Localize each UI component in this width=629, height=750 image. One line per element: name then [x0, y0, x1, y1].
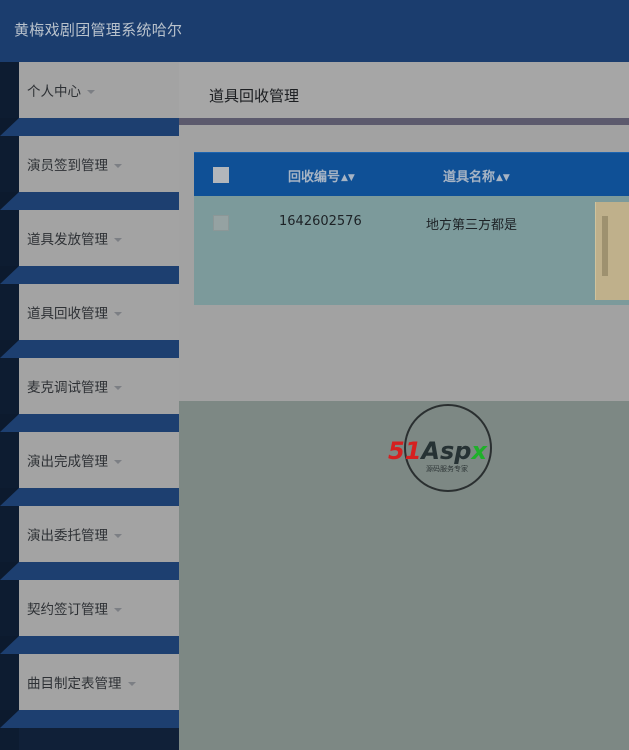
chevron-down-icon [114, 238, 122, 242]
sidebar-item-label: 麦克调试管理 [27, 380, 108, 396]
sidebar-item-actor-checkin[interactable]: 演员签到管理 [19, 136, 179, 192]
row-checkbox[interactable] [213, 215, 229, 231]
sidebar-divider [0, 636, 179, 654]
logo-subtitle: 源码服务专家 [426, 464, 468, 473]
sidebar-divider [0, 118, 179, 136]
cell-return-id: 1642602576 [279, 214, 362, 229]
column-header-return-id[interactable]: 回收编号▲▼ [288, 166, 355, 185]
sidebar-divider [0, 414, 179, 432]
sidebar-item-label: 道具回收管理 [27, 306, 108, 322]
sidebar-item-prop-issue[interactable]: 道具发放管理 [19, 210, 179, 266]
sidebar-item-show-commission[interactable]: 演出委托管理 [19, 506, 179, 562]
sidebar-divider [0, 192, 179, 210]
page-title: 道具回收管理 [209, 87, 300, 105]
sidebar-item-label: 演员签到管理 [27, 158, 108, 174]
chevron-down-icon [127, 682, 136, 686]
sidebar-divider [0, 266, 179, 284]
chevron-down-icon [87, 90, 95, 94]
top-bar: 黄梅戏剧团管理系统哈尔 [0, 0, 629, 62]
sidebar-divider [0, 562, 179, 580]
table-row[interactable]: 1642602576 地方第三方都是 [194, 196, 629, 305]
watermark-logo: 51Aspx 源码服务专家 [388, 404, 492, 492]
chevron-down-icon [114, 534, 122, 538]
logo-brand-text: 51Aspx [388, 437, 488, 465]
table-header: 回收编号▲▼ 道具名称▲▼ [194, 152, 629, 197]
chevron-down-icon [114, 608, 122, 612]
chevron-down-icon [114, 460, 122, 464]
chevron-down-icon [114, 312, 122, 316]
data-table: 回收编号▲▼ 道具名称▲▼ 1642602576 地方第三方都是 [194, 152, 629, 305]
sidebar: 个人中心 演员签到管理 道具发放管理 道具回收管理 麦克调试管理 演出完成管理 … [0, 62, 179, 750]
sidebar-item-label: 道具发放管理 [27, 232, 108, 248]
sidebar-item-label: 演出委托管理 [27, 528, 108, 544]
sidebar-divider [0, 488, 179, 506]
sidebar-item-repertoire-schedule[interactable]: 曲目制定表管理 [19, 654, 179, 710]
page-header: 道具回收管理 [179, 62, 629, 118]
sidebar-item-label: 契约签订管理 [27, 602, 108, 618]
chevron-down-icon [114, 386, 122, 390]
sidebar-divider [0, 340, 179, 358]
sidebar-item-show-completion[interactable]: 演出完成管理 [19, 432, 179, 488]
select-all-checkbox[interactable] [213, 167, 229, 183]
header-divider [179, 118, 629, 125]
sidebar-item-contract-signing[interactable]: 契约签订管理 [19, 580, 179, 636]
sidebar-item-label: 曲目制定表管理 [27, 676, 122, 692]
chevron-down-icon [114, 164, 122, 168]
table-panel: 回收编号▲▼ 道具名称▲▼ 1642602576 地方第三方都是 [179, 125, 629, 401]
app-title: 黄梅戏剧团管理系统哈尔 [14, 21, 183, 39]
sort-icon[interactable]: ▲▼ [496, 173, 510, 183]
cell-prop-name: 地方第三方都是 [426, 218, 518, 233]
sidebar-item-mic-tuning[interactable]: 麦克调试管理 [19, 358, 179, 414]
sidebar-item-label: 个人中心 [27, 84, 81, 100]
prop-image-thumbnail[interactable] [595, 202, 629, 300]
sort-icon[interactable]: ▲▼ [341, 173, 355, 183]
sidebar-divider [0, 710, 179, 728]
sidebar-item-personal-center[interactable]: 个人中心 [19, 62, 179, 118]
sidebar-item-prop-return[interactable]: 道具回收管理 [19, 284, 179, 340]
sidebar-item-label: 演出完成管理 [27, 454, 108, 470]
column-header-prop-name[interactable]: 道具名称▲▼ [443, 166, 510, 185]
